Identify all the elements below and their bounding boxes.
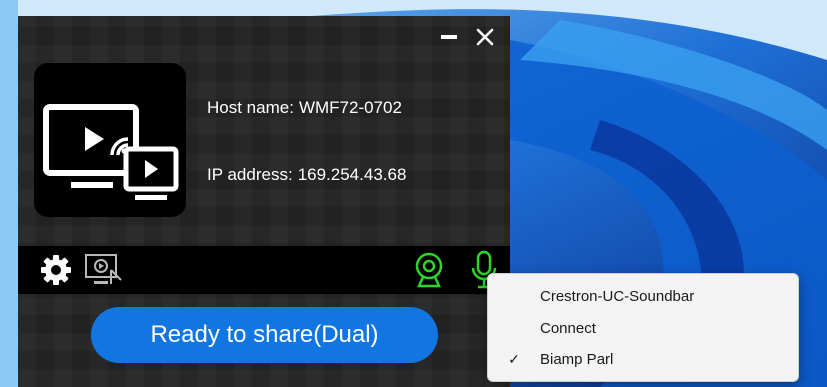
- screen-share-mode-button[interactable]: [83, 252, 123, 292]
- host-name-label: Host name:: [207, 98, 294, 117]
- minimize-icon: [441, 35, 457, 39]
- checkmark-icon: ✓: [508, 350, 520, 367]
- app-logo: [34, 63, 186, 217]
- ready-to-share-button[interactable]: Ready to share(Dual): [91, 307, 438, 363]
- gear-icon: [41, 255, 71, 285]
- close-button[interactable]: [474, 26, 496, 48]
- settings-button[interactable]: [38, 252, 74, 292]
- menu-item-label: Crestron-UC-Soundbar: [540, 287, 695, 305]
- menu-item-crestron-uc-soundbar[interactable]: Crestron-UC-Soundbar: [488, 282, 798, 310]
- bottom-toolbar: [18, 246, 510, 294]
- window-controls: [438, 26, 496, 48]
- menu-item-label: Biamp Parl: [540, 350, 614, 368]
- camera-button[interactable]: [413, 250, 445, 294]
- host-name-value: WMF72-0702: [298, 98, 402, 117]
- host-name-line: Host name: WMF72-0702: [207, 98, 402, 118]
- close-icon: [476, 28, 494, 46]
- webcam-icon: [415, 252, 443, 288]
- ip-address-line: IP address: 169.254.43.68: [207, 165, 406, 185]
- menu-item-biamp-parl[interactable]: ✓ Biamp Parl: [488, 345, 798, 373]
- ip-address-value: 169.254.43.68: [297, 165, 407, 184]
- audio-device-menu: Crestron-UC-Soundbar Connect ✓ Biamp Par…: [487, 273, 799, 382]
- screen-cast-icon: [43, 104, 179, 200]
- minimize-button[interactable]: [438, 26, 460, 48]
- screen-share-icon: [85, 254, 122, 284]
- cast-app-window: Host name: WMF72-0702 IP address: 169.254.…: [18, 16, 510, 387]
- menu-item-label: Connect: [540, 319, 596, 337]
- ip-address-label: IP address:: [207, 165, 293, 184]
- menu-item-connect[interactable]: Connect: [488, 314, 798, 342]
